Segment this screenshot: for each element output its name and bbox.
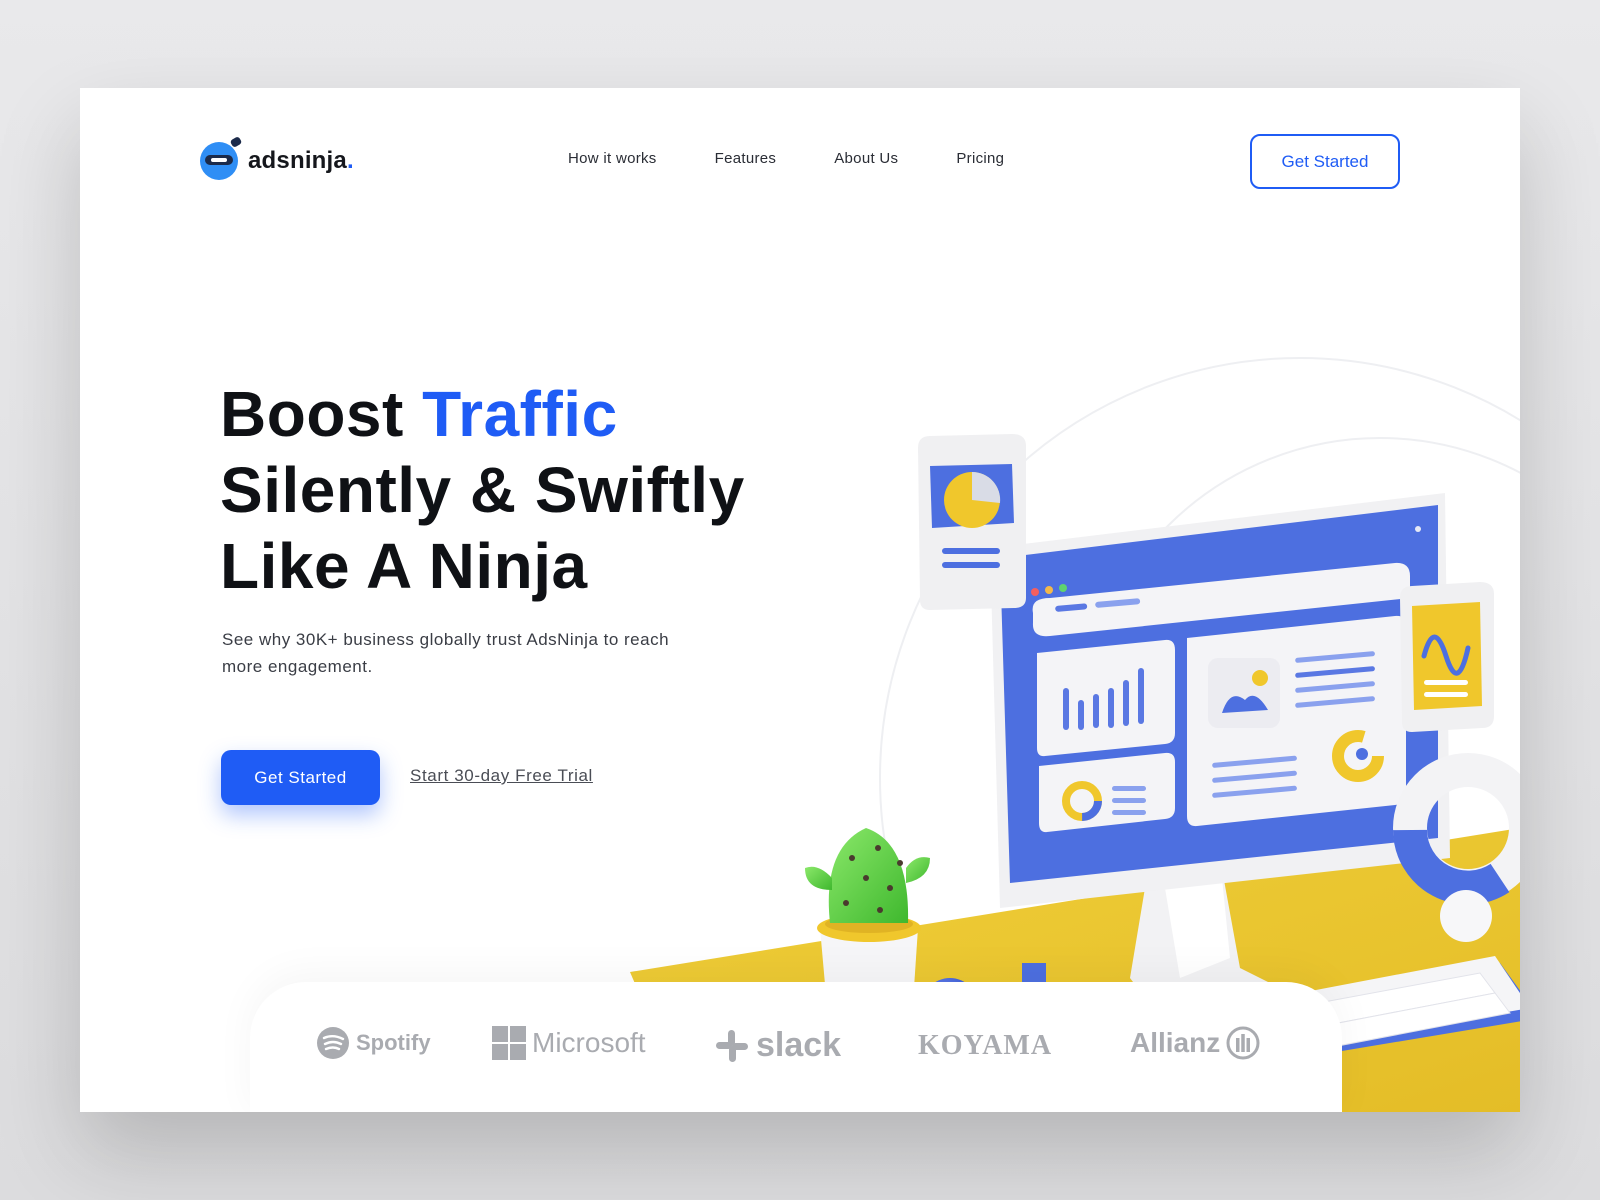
hero-title-traffic: Traffic	[422, 378, 618, 450]
torus-shape	[1393, 753, 1520, 905]
brand-name: adsninja	[248, 147, 347, 174]
page-frame: adsninja . How it works Features About U…	[80, 88, 1520, 1112]
spotify-icon	[317, 1027, 349, 1059]
brand-koyama: KOYAMA	[918, 1030, 1053, 1061]
slack-icon	[716, 1029, 748, 1062]
hero-title-line3: Like A Ninja	[220, 530, 588, 602]
ninja-logo-icon	[200, 136, 243, 180]
nav-about-us[interactable]: About Us	[834, 150, 898, 167]
brand-microsoft: Microsoft	[492, 1026, 646, 1060]
nav-features[interactable]: Features	[715, 150, 777, 167]
nav-get-started-button[interactable]: Get Started	[1250, 134, 1400, 189]
brand-spotify: Spotify	[316, 1026, 431, 1060]
brand-logos-bar: Spotify Microsoft slack KOYAMA Allianz	[250, 982, 1342, 1112]
free-trial-link[interactable]: Start 30-day Free Trial	[410, 766, 593, 786]
hero-illustration	[630, 357, 1520, 1112]
brand-dot: .	[346, 147, 354, 174]
allianz-icon	[1226, 1026, 1260, 1060]
hero-get-started-button[interactable]: Get Started	[221, 750, 380, 805]
monitor	[990, 493, 1450, 908]
white-ball	[1440, 890, 1492, 942]
main-nav: How it works Features About Us Pricing	[568, 150, 1004, 167]
floating-pie-card	[918, 434, 1026, 610]
floating-wave-card	[1400, 582, 1494, 732]
nav-pricing[interactable]: Pricing	[956, 150, 1004, 167]
hero-title-boost: Boost	[220, 378, 423, 450]
brand-allianz: Allianz	[1130, 1026, 1260, 1060]
brand-logo[interactable]: adsninja .	[200, 136, 354, 180]
brand-slack: slack	[714, 1026, 841, 1065]
nav-how-it-works[interactable]: How it works	[568, 150, 657, 167]
windows-icon	[492, 1026, 526, 1060]
